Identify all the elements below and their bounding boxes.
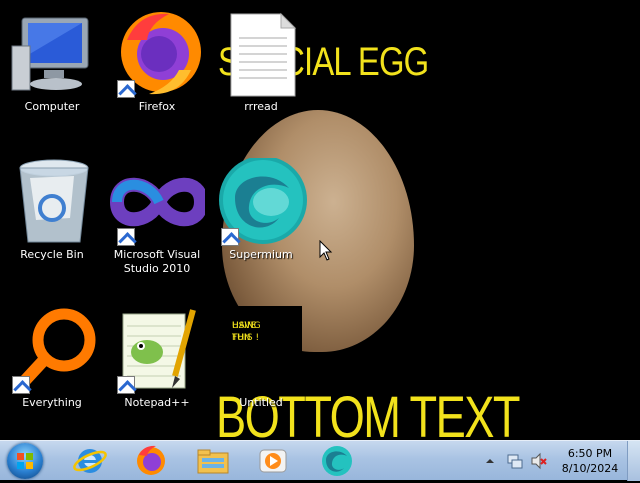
desktop-icon-label: Firefox [138, 100, 176, 113]
desktop-icon-label: Everything [22, 396, 82, 409]
desktop-icon-everything[interactable]: Everything [2, 306, 102, 410]
desktop-icon-label: Notepad++ [124, 396, 190, 409]
taskbar-firefox[interactable] [128, 443, 174, 479]
untitled-file-icon [213, 306, 309, 394]
desktop-icon-label: Untitled [239, 396, 283, 409]
taskbar-media-player[interactable] [250, 443, 296, 479]
visual-studio-icon [109, 158, 209, 246]
desktop-icon-label: Microsoft Visual Studio 2010 [113, 248, 201, 275]
desktop-icon-rrread[interactable]: rrread [211, 10, 311, 114]
taskbar: 6:50 PM 8/10/2024 [0, 440, 640, 481]
media-player-icon [259, 449, 287, 473]
volume-muted-icon[interactable] [530, 452, 548, 470]
desktop-icon-supermium[interactable]: Supermium [211, 156, 311, 262]
start-button[interactable] [7, 443, 43, 479]
clock[interactable]: 6:50 PM 8/10/2024 [558, 447, 622, 475]
shortcut-arrow-icon [117, 80, 135, 98]
computer-icon [4, 10, 100, 98]
firefox-icon [109, 10, 205, 98]
desktop-icon-label: Computer [24, 100, 80, 113]
show-desktop-button[interactable] [627, 441, 640, 481]
everything-search-icon [4, 306, 100, 394]
taskbar-file-explorer[interactable] [190, 443, 236, 479]
text-file-icon [213, 10, 309, 98]
firefox-icon [137, 445, 165, 475]
desktop-icon-computer[interactable]: Computer [2, 10, 102, 114]
supermium-icon [213, 156, 309, 246]
clock-date: 8/10/2024 [561, 462, 619, 475]
shortcut-arrow-icon [117, 376, 135, 394]
notepad-plus-plus-icon [109, 306, 205, 394]
taskbar-internet-explorer[interactable] [68, 443, 114, 479]
network-icon[interactable] [506, 452, 524, 470]
shortcut-arrow-icon [12, 376, 30, 394]
desktop-icon-firefox[interactable]: Firefox [107, 10, 207, 114]
desktop-icon-label: Recycle Bin [20, 248, 84, 261]
desktop-icon-notepad-plus-plus[interactable]: Notepad++ [107, 306, 207, 410]
desktop-icon-label: rrread [244, 100, 278, 113]
desktop-icon-visual-studio[interactable]: Microsoft Visual Studio 2010 [107, 158, 209, 276]
shortcut-arrow-icon [221, 228, 239, 246]
recycle-bin-icon [4, 158, 100, 246]
mouse-cursor-icon [319, 240, 333, 261]
desktop-icon-untitled[interactable]: Untitled [211, 306, 311, 410]
supermium-icon [322, 446, 352, 476]
desktop-icon-label: Supermium [229, 248, 293, 261]
shortcut-arrow-icon [117, 228, 135, 246]
show-hidden-icons-chevron-icon[interactable] [484, 455, 496, 467]
windows-logo-icon [17, 453, 33, 469]
taskbar-supermium[interactable] [314, 443, 360, 479]
file-explorer-icon [197, 449, 229, 474]
desktop[interactable]: SPECIAL EGG HAVE FUN USING THIS ! BOTTOM … [0, 0, 640, 440]
internet-explorer-icon [73, 449, 107, 473]
desktop-icon-recycle-bin[interactable]: Recycle Bin [2, 158, 102, 262]
clock-time: 6:50 PM [567, 447, 613, 460]
